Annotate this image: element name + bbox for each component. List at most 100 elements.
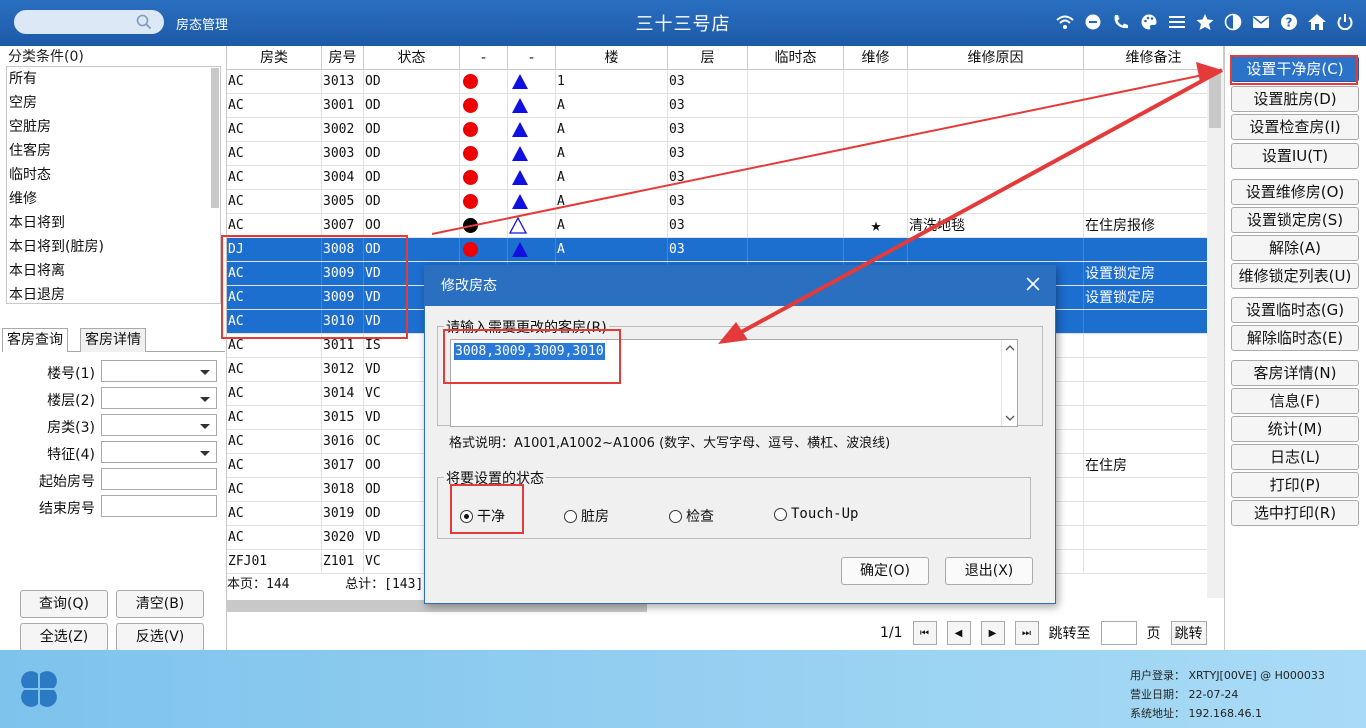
cell-st: OD [364,118,460,141]
action-button[interactable]: 设置IU(T) [1231,143,1359,169]
action-button[interactable]: 打印(P) [1231,472,1359,498]
help-icon[interactable]: ? [1278,10,1300,34]
home-icon[interactable] [1306,10,1328,34]
table-row[interactable]: AC 3004 OD A 03 [227,166,1224,190]
action-button[interactable]: 设置维修房(O) [1231,179,1359,205]
cell-tmp [748,70,844,93]
radio-touch-up[interactable]: Touch-Up [774,506,858,522]
cell-type: AC [227,478,322,501]
radio-dirty[interactable]: 脏房 [564,506,609,526]
select-all-button[interactable]: 全选(Z) [20,623,108,651]
table-row[interactable]: AC 3002 OD A 03 [227,118,1224,142]
radio-touch-up-circle[interactable] [774,507,787,521]
category-item[interactable]: 本日将到 [7,211,220,235]
category-item[interactable]: 所有 [7,67,220,91]
star-icon[interactable] [1194,10,1216,34]
category-scrollbar[interactable] [211,68,219,208]
action-button[interactable]: 设置临时态(G) [1231,297,1359,323]
chevron-up-icon[interactable] [1005,344,1015,352]
column-header[interactable]: - [508,46,556,69]
filter-input[interactable] [101,468,217,490]
search-input[interactable] [14,10,164,34]
column-header[interactable]: 维修 [844,46,908,69]
blue-triangle-icon [512,98,528,113]
column-header[interactable]: - [460,46,508,69]
table-row[interactable]: AC 3001 OD A 03 [227,94,1224,118]
category-item[interactable]: 本日退房 [7,283,220,303]
column-header[interactable]: 维修备注 [1084,46,1224,69]
filter-input[interactable] [101,495,217,517]
action-button[interactable]: 解除(A) [1231,235,1359,261]
table-row[interactable]: AC 3013 OD 1 03 [227,70,1224,94]
status-triangle-cell [508,238,556,261]
cell-fl: 03 [668,94,748,117]
clear-button[interactable]: 清空(B) [116,590,204,618]
category-item[interactable]: 本日将到(脏房) [7,235,220,259]
category-item[interactable]: 本日将离 [7,259,220,283]
chevron-down-icon[interactable] [1005,414,1015,422]
action-button[interactable]: 客房详情(N) [1231,360,1359,386]
chat-icon[interactable] [1082,10,1104,34]
next-page-button[interactable]: ▶ [980,621,1005,645]
cell-note: 在住房报修 [1084,214,1224,237]
radio-dirty-circle[interactable] [564,509,577,523]
category-item[interactable]: 临时态 [7,163,220,187]
last-page-button[interactable]: ⏭ [1014,621,1039,645]
tab-room-detail[interactable]: 客房详情 [80,328,146,352]
action-button[interactable]: 设置脏房(D) [1231,86,1359,112]
radio-inspect-circle[interactable] [669,509,682,523]
ok-button[interactable]: 确定(O) [841,557,929,585]
jump-button[interactable]: 跳转 [1170,621,1207,645]
category-item[interactable]: 住客房 [7,139,220,163]
palette-icon[interactable] [1138,10,1160,34]
column-header[interactable]: 房号 [322,46,364,69]
action-button[interactable]: 设置锁定房(S) [1231,207,1359,233]
filter-select[interactable] [101,414,217,436]
column-header[interactable]: 临时态 [748,46,844,69]
exit-button[interactable]: 退出(X) [945,557,1033,585]
column-header[interactable]: 房类 [227,46,322,69]
power-icon[interactable] [1334,10,1356,34]
black-dot-icon [463,218,478,233]
room-input-scrollbar[interactable] [1001,340,1017,426]
status-triangle-cell [508,94,556,117]
wifi-icon[interactable] [1054,10,1076,34]
table-row[interactable]: AC 3005 OD A 03 [227,190,1224,214]
tab-room-query[interactable]: 客房查询 [2,328,68,352]
theme-icon[interactable] [1222,10,1244,34]
column-header[interactable]: 楼 [556,46,668,69]
action-button[interactable]: 设置检查房(I) [1231,114,1359,140]
category-item[interactable]: 空房 [7,91,220,115]
action-button[interactable]: 维修锁定列表(U) [1231,263,1359,289]
radio-inspect[interactable]: 检查 [669,506,714,526]
first-page-button[interactable]: ⏮ [912,621,937,645]
phone-icon[interactable] [1110,10,1132,34]
prev-page-button[interactable]: ◀ [946,621,971,645]
grid-vscrollbar[interactable] [1207,70,1224,598]
search-icon[interactable] [136,14,152,30]
action-button[interactable]: 解除临时态(E) [1231,325,1359,351]
filter-select[interactable] [101,387,217,409]
mail-icon[interactable] [1250,10,1272,34]
category-item[interactable]: 空脏房 [7,115,220,139]
column-header[interactable]: 层 [668,46,748,69]
action-button[interactable]: 选中打印(R) [1231,500,1359,526]
category-item[interactable]: 维修 [7,187,220,211]
filter-row: 结束房号 [0,495,227,519]
column-header[interactable]: 维修原因 [908,46,1084,69]
cell-no: 3019 [322,502,364,525]
filter-select[interactable] [101,441,217,463]
action-button[interactable]: 日志(L) [1231,444,1359,470]
invert-select-button[interactable]: 反选(V) [116,623,204,651]
column-header[interactable]: 状态 [364,46,460,69]
grid-vscroll-thumb[interactable] [1209,72,1221,128]
query-button[interactable]: 查询(Q) [20,590,108,618]
status-dot-cell [460,94,508,117]
menu-icon[interactable] [1166,10,1188,34]
action-button[interactable]: 统计(M) [1231,416,1359,442]
close-icon[interactable] [1025,276,1041,292]
action-button[interactable]: 信息(F) [1231,388,1359,414]
table-row[interactable]: AC 3003 OD A 03 [227,142,1224,166]
jump-page-input[interactable] [1100,621,1137,645]
filter-select[interactable] [101,360,217,382]
